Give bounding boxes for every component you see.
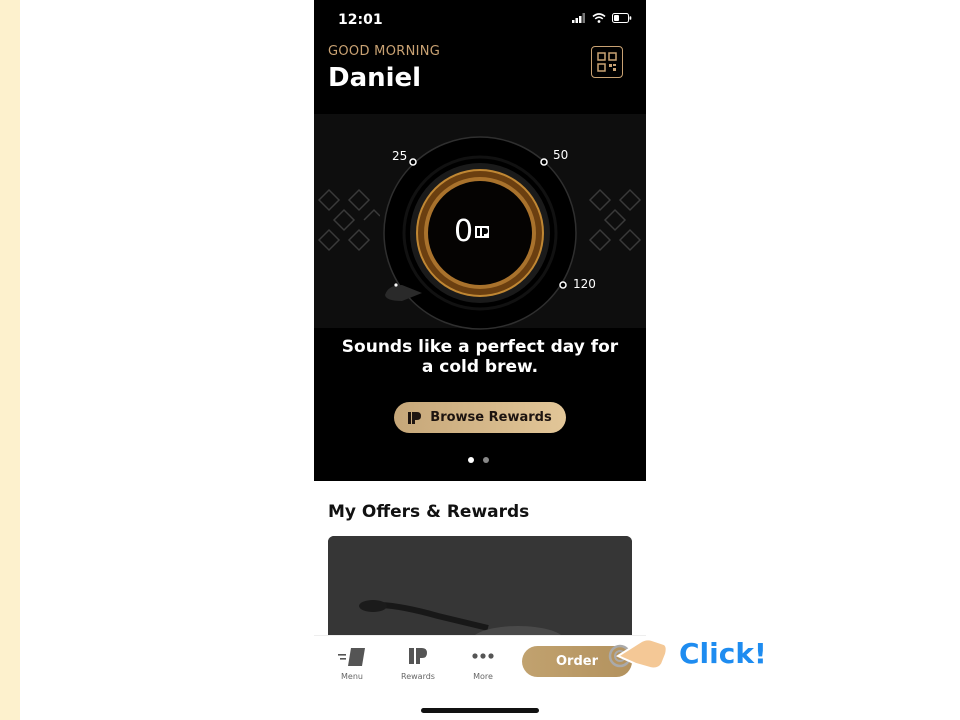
phone-screen: 12:01 GOOD MORNING Daniel 25 50 120 0 So… — [314, 0, 646, 720]
offer-image — [328, 536, 632, 646]
greeting-label: GOOD MORNING — [328, 44, 441, 59]
menu-cup-icon — [338, 648, 365, 666]
decorative-pattern-left — [317, 188, 380, 252]
points-p-icon — [475, 225, 490, 238]
dial-progress-dot — [394, 283, 398, 287]
browse-rewards-label: Browse Rewards — [430, 410, 552, 425]
pager-dot[interactable] — [483, 457, 489, 463]
wifi-icon — [592, 13, 606, 23]
order-button-label: Order — [556, 654, 598, 669]
points-balance: 0 — [454, 214, 491, 249]
qr-code-button[interactable] — [591, 46, 623, 78]
promo-message: Sounds like a perfect day for a cold bre… — [341, 337, 619, 377]
tab-more[interactable]: More — [463, 646, 503, 681]
dial-tick-120: 120 — [573, 277, 596, 291]
dial-marker-25 — [409, 158, 417, 166]
carousel-pager — [468, 457, 489, 463]
dial-marker-50 — [540, 158, 548, 166]
bottom-tab-bar: Menu Rewards More Order — [314, 635, 646, 692]
rewards-p-icon — [409, 648, 427, 664]
click-hint-text: Click! — [679, 637, 767, 670]
decorative-pattern-right — [588, 188, 642, 252]
hero-panel: 12:01 GOOD MORNING Daniel 25 50 120 0 So… — [314, 0, 646, 481]
rewards-p-icon — [408, 411, 422, 424]
tab-more-label: More — [473, 672, 493, 681]
tab-rewards-label: Rewards — [401, 672, 435, 681]
tab-menu[interactable]: Menu — [332, 646, 372, 681]
home-indicator — [421, 708, 539, 713]
tab-rewards[interactable]: Rewards — [398, 646, 438, 681]
qr-code-icon — [597, 52, 617, 72]
dial-marker-120 — [559, 281, 567, 289]
signal-icon — [572, 13, 585, 23]
tab-menu-label: Menu — [341, 672, 363, 681]
dial-tick-25: 25 — [392, 149, 408, 163]
offers-section-title: My Offers & Rewards — [328, 502, 530, 522]
status-bar: 12:01 — [314, 0, 646, 40]
user-name: Daniel — [328, 63, 422, 93]
pager-dot-active[interactable] — [468, 457, 474, 463]
browse-rewards-button[interactable]: Browse Rewards — [394, 402, 566, 433]
more-dots-icon — [472, 653, 494, 659]
dial-tick-50: 50 — [553, 148, 569, 162]
offer-card[interactable] — [328, 536, 632, 646]
status-icons — [572, 13, 632, 23]
points-value: 0 — [454, 214, 474, 249]
left-margin-strip — [0, 0, 20, 720]
battery-icon — [612, 13, 632, 23]
status-time: 12:01 — [338, 12, 383, 28]
pointing-hand-icon — [608, 638, 668, 670]
